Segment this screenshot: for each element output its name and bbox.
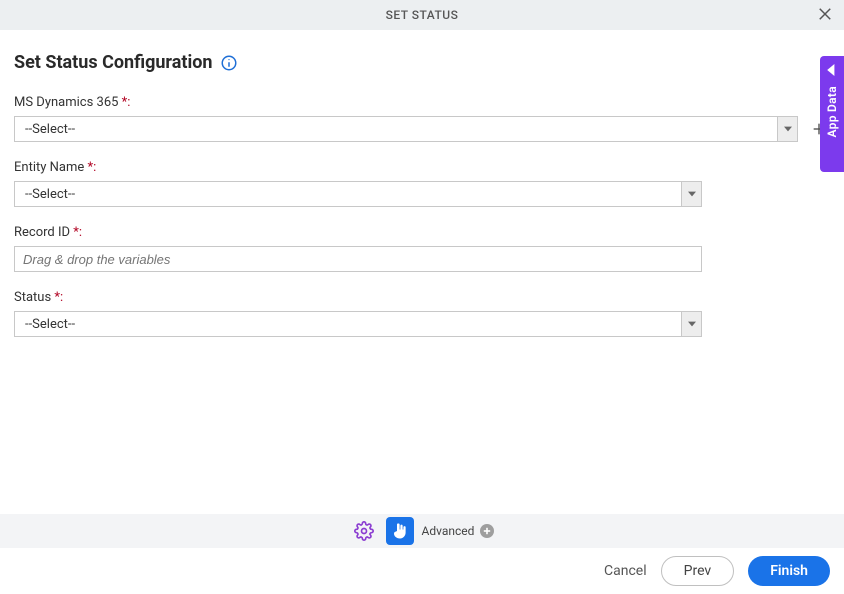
field-label-record: Record ID *: [14,225,830,240]
field-label-entity: Entity Name *: [14,160,830,175]
field-label-status: Status *: [14,290,830,305]
content-area: Set Status Configuration MS Dynamics 365… [0,30,844,337]
cancel-button[interactable]: Cancel [604,563,647,579]
status-select-value: --Select-- [15,317,85,332]
field-status: Status *: --Select-- [14,290,830,337]
entity-select[interactable]: --Select-- [14,181,702,207]
status-select[interactable]: --Select-- [14,311,702,337]
field-dynamics: MS Dynamics 365 *: --Select-- [14,95,830,142]
field-record: Record ID *: [14,225,830,272]
finish-button[interactable]: Finish [748,556,830,586]
info-icon[interactable] [220,54,238,72]
footer-actions: Cancel Prev Finish [604,548,844,594]
page-title-text: Set Status Configuration [14,52,212,73]
prev-button[interactable]: Prev [661,556,735,586]
dialog-header: SET STATUS [0,0,844,30]
page-title: Set Status Configuration [14,52,238,73]
record-id-input[interactable] [14,246,702,272]
gear-icon[interactable] [350,517,378,545]
dynamics-select-value: --Select-- [15,122,85,137]
plus-circle-icon [480,524,494,538]
dynamics-select[interactable]: --Select-- [14,116,798,142]
bottom-toolbar: Advanced [0,514,844,548]
field-entity: Entity Name *: --Select-- [14,160,830,207]
app-data-tab[interactable]: App Data [820,56,844,172]
field-label-dynamics: MS Dynamics 365 *: [14,95,830,110]
chevron-down-icon [681,182,701,206]
advanced-label: Advanced [422,524,475,538]
entity-select-value: --Select-- [15,187,85,202]
close-icon[interactable] [816,5,834,23]
chevron-down-icon [777,117,797,141]
chevron-down-icon [681,312,701,336]
advanced-toggle[interactable]: Advanced [422,524,495,538]
pointer-hand-icon[interactable] [386,517,414,545]
app-data-label: App Data [825,86,839,137]
dialog-title: SET STATUS [386,8,459,22]
